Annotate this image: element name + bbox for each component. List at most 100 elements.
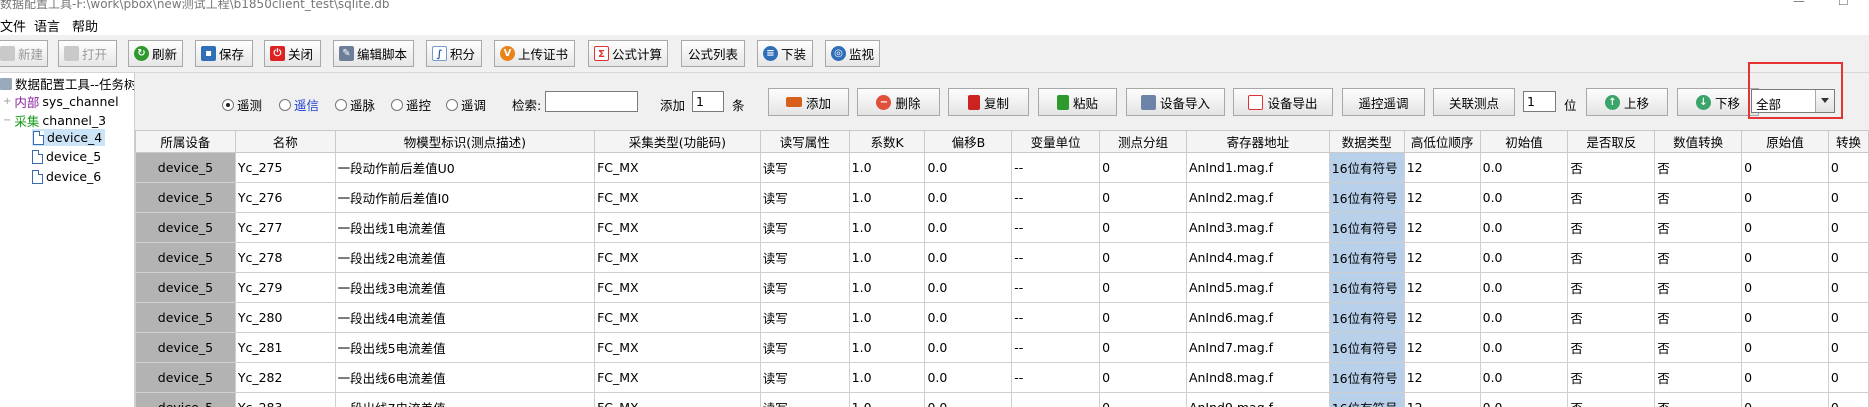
- table-cell[interactable]: 16位有符号: [1328, 392, 1405, 407]
- table-cell[interactable]: 0: [1099, 152, 1187, 183]
- column-header[interactable]: 数据类型: [1328, 130, 1405, 153]
- table-row[interactable]: device_5Yc_283一段出线7电流差值FC_MX读写1.00.0--0A…: [135, 392, 1869, 407]
- table-cell[interactable]: 12: [1403, 152, 1481, 183]
- table-cell[interactable]: AnInd2.mag.f: [1185, 182, 1330, 213]
- table-cell[interactable]: 16位有符号: [1328, 302, 1405, 333]
- table-row[interactable]: device_5 Yc_275 一段动作前后差值U0 FC_MX 读写 1.0 0.0 -- 0…: [135, 152, 1869, 183]
- table-cell[interactable]: Yc_278: [234, 242, 336, 273]
- table-cell[interactable]: --: [1011, 362, 1101, 393]
- table-cell[interactable]: 12: [1403, 362, 1481, 393]
- table-cell[interactable]: 0: [1827, 272, 1869, 303]
- table-cell[interactable]: 0: [1827, 182, 1869, 213]
- table-cell[interactable]: --: [1011, 212, 1101, 243]
- table-cell[interactable]: 读写: [759, 362, 850, 393]
- table-cell[interactable]: 否: [1567, 332, 1656, 363]
- move-up-button[interactable]: ↑ 上移: [1586, 88, 1668, 116]
- table-cell[interactable]: 16位有符号: [1328, 362, 1405, 393]
- table-cell[interactable]: 0.0: [1479, 362, 1569, 393]
- table-cell[interactable]: device_5: [135, 392, 236, 407]
- radio-yaoxin[interactable]: 遥信: [279, 95, 319, 114]
- close-button[interactable]: ⏻ 关闭: [264, 40, 321, 67]
- table-cell[interactable]: 否: [1654, 182, 1743, 213]
- move-down-button[interactable]: ↓ 下移: [1677, 88, 1759, 116]
- table-cell[interactable]: 0: [1827, 392, 1869, 407]
- column-header[interactable]: 初始值: [1479, 130, 1569, 153]
- table-cell[interactable]: 一段出线7电流差值: [334, 392, 596, 407]
- table-cell[interactable]: --: [1011, 182, 1101, 213]
- table-row[interactable]: device_5 Yc_280 一段出线4电流差值 FC_MX 读写 1.0 0.0 -- 0 A…: [135, 302, 1869, 333]
- table-cell[interactable]: 否: [1567, 242, 1656, 273]
- table-cell[interactable]: 0: [1827, 362, 1869, 393]
- table-cell[interactable]: 0.0: [1479, 152, 1569, 183]
- table-cell[interactable]: 0: [1741, 212, 1829, 243]
- table-cell[interactable]: --: [1011, 302, 1101, 333]
- table-row[interactable]: device_5 Yc_278 一段出线2电流差值 FC_MX 读写 1.0 0.0 -- 0 A…: [135, 242, 1869, 273]
- table-cell[interactable]: FC_MX: [594, 392, 761, 407]
- table-row[interactable]: device_5 Yc_282 一段出线6电流差值 FC_MX 读写 1.0 0.0 -- 0 A…: [135, 362, 1869, 393]
- table-cell[interactable]: 12: [1403, 242, 1481, 273]
- radio-yaokong[interactable]: 遥控: [391, 95, 431, 114]
- table-cell[interactable]: device_5: [135, 302, 236, 333]
- table-cell[interactable]: 0: [1099, 242, 1187, 273]
- table-cell[interactable]: device_5: [135, 362, 236, 393]
- table-cell[interactable]: 1.0: [848, 392, 926, 407]
- table-cell[interactable]: 1.0: [848, 242, 926, 273]
- tree-collect[interactable]: − 采集 channel_3: [3, 111, 106, 130]
- table-cell[interactable]: Yc_280: [234, 302, 336, 333]
- table-cell[interactable]: 一段出线2电流差值: [334, 242, 596, 273]
- table-cell[interactable]: Yc_282: [234, 362, 336, 393]
- table-cell[interactable]: 0: [1741, 332, 1829, 363]
- table-cell[interactable]: 12: [1403, 182, 1481, 213]
- table-cell[interactable]: --: [1011, 152, 1101, 183]
- table-cell[interactable]: 1.0: [848, 182, 926, 213]
- table-cell[interactable]: 一段出线3电流差值: [334, 272, 596, 303]
- table-cell[interactable]: 0.0: [924, 392, 1013, 407]
- table-cell[interactable]: --: [1011, 242, 1101, 273]
- formula-calc-button[interactable]: Σ 公式计算: [588, 40, 668, 67]
- column-header[interactable]: 名称: [234, 130, 336, 153]
- formula-list-button[interactable]: 公式列表: [681, 40, 745, 67]
- table-cell[interactable]: 0.0: [924, 152, 1013, 183]
- maximize-icon[interactable]: ☐: [1838, 0, 1849, 8]
- save-button[interactable]: ▪ 保存: [195, 40, 253, 67]
- search-input[interactable]: [545, 91, 638, 112]
- table-cell[interactable]: FC_MX: [594, 302, 761, 333]
- refresh-button[interactable]: ↻ 刷新: [128, 40, 183, 67]
- tree-device-4[interactable]: device_4: [32, 129, 106, 146]
- table-cell[interactable]: 0.0: [1479, 332, 1569, 363]
- table-cell[interactable]: 读写: [759, 182, 850, 213]
- edit-script-button[interactable]: ✎ 编辑脚本: [333, 40, 414, 67]
- table-cell[interactable]: 16位有符号: [1328, 272, 1405, 303]
- radio-yaoce[interactable]: 遥测: [222, 95, 262, 114]
- table-cell[interactable]: 否: [1654, 332, 1743, 363]
- table-cell[interactable]: 1.0: [848, 302, 926, 333]
- table-cell[interactable]: 0.0: [924, 302, 1013, 333]
- table-cell[interactable]: AnInd4.mag.f: [1185, 242, 1330, 273]
- radio-yaomai[interactable]: 遥脉: [335, 95, 375, 114]
- table-cell[interactable]: 一段出线4电流差值: [334, 302, 596, 333]
- table-cell[interactable]: 0: [1099, 362, 1187, 393]
- table-cell[interactable]: 否: [1654, 272, 1743, 303]
- table-row[interactable]: device_5 Yc_281 一段出线5电流差值 FC_MX 读写 1.0 0.0 -- 0 A…: [135, 332, 1869, 363]
- menu-language[interactable]: 语言: [34, 16, 60, 35]
- table-cell[interactable]: 一段出线6电流差值: [334, 362, 596, 393]
- table-cell[interactable]: 12: [1403, 302, 1481, 333]
- tree-internal[interactable]: + 内部 sys_channel: [3, 92, 119, 111]
- table-cell[interactable]: 0: [1741, 302, 1829, 333]
- column-header[interactable]: 读写属性: [759, 130, 850, 153]
- copy-button[interactable]: 复制: [948, 88, 1029, 116]
- table-cell[interactable]: 一段动作前后差值I0: [334, 182, 596, 213]
- table-cell[interactable]: 1.0: [848, 152, 926, 183]
- table-cell[interactable]: 否: [1567, 152, 1656, 183]
- table-cell[interactable]: 1.0: [848, 362, 926, 393]
- table-cell[interactable]: 0.0: [924, 362, 1013, 393]
- table-cell[interactable]: --: [1011, 332, 1101, 363]
- table-cell[interactable]: 0.0: [924, 332, 1013, 363]
- table-cell[interactable]: 0.0: [924, 242, 1013, 273]
- table-cell[interactable]: 0.0: [924, 182, 1013, 213]
- column-header[interactable]: 转换: [1827, 130, 1869, 153]
- table-cell[interactable]: 读写: [759, 332, 850, 363]
- table-cell[interactable]: 0.0: [1479, 212, 1569, 243]
- table-cell[interactable]: 16位有符号: [1328, 182, 1405, 213]
- table-cell[interactable]: 一段出线1电流差值: [334, 212, 596, 243]
